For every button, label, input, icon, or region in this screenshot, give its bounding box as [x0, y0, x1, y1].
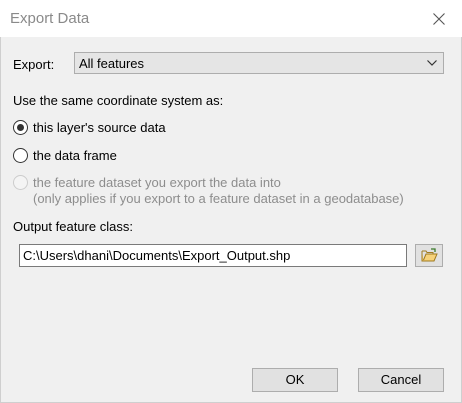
close-button[interactable]: [424, 6, 454, 32]
radio-note: (only applies if you export to a feature…: [33, 191, 404, 206]
coordinate-system-label: Use the same coordinate system as:: [13, 93, 224, 108]
radio-button-disabled: [13, 175, 28, 190]
export-label: Export:: [13, 57, 55, 72]
folder-open-icon: [421, 248, 438, 262]
close-icon: [433, 13, 445, 25]
ok-button[interactable]: OK: [252, 368, 338, 392]
chevron-down-icon: [427, 60, 437, 66]
radio-label: this layer's source data: [33, 120, 166, 135]
output-feature-class-label: Output feature class:: [13, 219, 133, 234]
radio-label: the data frame: [33, 148, 117, 163]
export-selected-value: All features: [79, 56, 145, 71]
browse-button[interactable]: [415, 244, 443, 267]
radio-label: the feature dataset you export the data …: [33, 175, 281, 190]
export-dropdown[interactable]: All features: [74, 52, 444, 74]
cancel-button[interactable]: Cancel: [358, 368, 444, 392]
radio-button-selected[interactable]: [13, 120, 28, 135]
title-bar: Export Data: [0, 0, 462, 37]
window-title: Export Data: [10, 10, 90, 27]
radio-button[interactable]: [13, 148, 28, 163]
output-path-input[interactable]: [19, 244, 407, 267]
dialog-body: Export: All features Use the same coordi…: [0, 37, 462, 403]
